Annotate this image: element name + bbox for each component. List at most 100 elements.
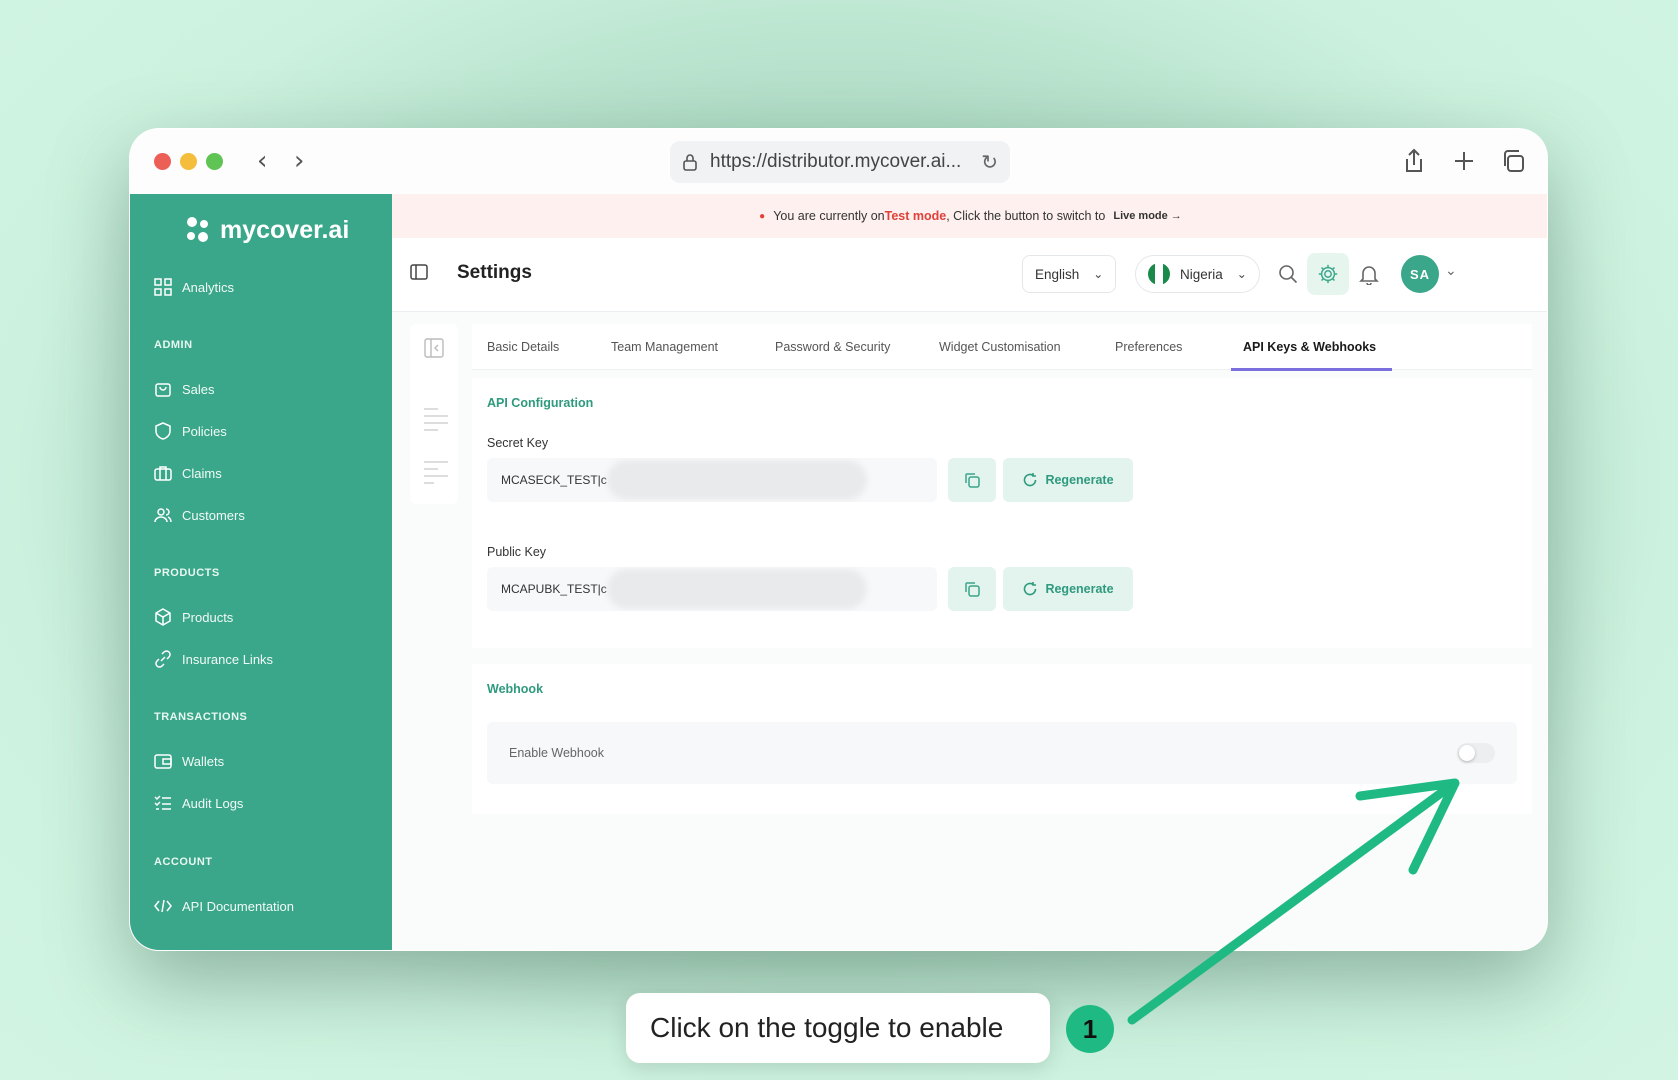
- refresh-icon: [1024, 473, 1037, 487]
- regenerate-secret-key-button[interactable]: Regenerate: [1003, 458, 1133, 502]
- nigeria-flag-icon: [1148, 263, 1170, 285]
- settings-rail: [410, 324, 458, 504]
- shopping-bag-icon: [155, 383, 171, 397]
- sidebar-item-products[interactable]: Products: [154, 608, 233, 626]
- code-icon: [154, 899, 172, 913]
- sidebar-item-label: API Documentation: [182, 898, 295, 914]
- api-configuration-title: API Configuration: [487, 396, 594, 410]
- minimize-window-button[interactable]: [180, 153, 197, 170]
- chevron-down-icon: ⌄: [1093, 267, 1104, 281]
- tab-widget-customisation[interactable]: Widget Customisation: [939, 340, 1061, 354]
- back-arrow-icon[interactable]: ‹: [257, 146, 267, 176]
- page-title: Settings: [457, 262, 532, 283]
- page-header: Settings English ⌄ Nigeria ⌄ SA ⌄: [392, 238, 1547, 312]
- sidebar-toggle-icon[interactable]: [410, 264, 428, 280]
- close-window-button[interactable]: [154, 153, 171, 170]
- sidebar-item-label: Policies: [182, 423, 227, 439]
- sidebar-item-label: Insurance Links: [182, 651, 274, 667]
- public-key-label: Public Key: [487, 545, 547, 559]
- api-configuration-card: API Configuration Secret Key MCASECK_TES…: [472, 378, 1532, 648]
- settings-button[interactable]: [1307, 253, 1349, 295]
- active-tab-indicator: [1231, 368, 1392, 371]
- step-number-badge: 1: [1066, 1005, 1114, 1053]
- sidebar-item-claims[interactable]: Claims: [154, 464, 222, 482]
- country-select[interactable]: Nigeria ⌄: [1135, 255, 1260, 293]
- tab-basic-details[interactable]: Basic Details: [487, 340, 559, 354]
- avatar[interactable]: SA: [1401, 255, 1439, 293]
- tab-password-security[interactable]: Password & Security: [775, 340, 890, 354]
- refresh-icon: [1024, 582, 1037, 596]
- link-icon: [155, 650, 171, 668]
- copy-public-key-button[interactable]: [948, 567, 996, 611]
- sidebar-item-label: Customers: [182, 507, 245, 523]
- gear-icon: [1318, 264, 1338, 284]
- redaction-blur: [607, 569, 867, 609]
- public-key-field[interactable]: MCAPUBK_TEST|c: [487, 567, 937, 611]
- sidebar-item-analytics[interactable]: Analytics: [154, 278, 234, 296]
- sidebar-item-label: Sales: [182, 381, 215, 397]
- language-select[interactable]: English ⌄: [1022, 255, 1117, 293]
- live-mode-link[interactable]: Live mode →: [1113, 210, 1181, 222]
- brand-logo[interactable]: mycover.ai: [180, 212, 349, 248]
- maximize-window-button[interactable]: [206, 153, 223, 170]
- users-icon: [154, 508, 172, 523]
- sidebar-item-label: Products: [182, 609, 234, 625]
- sidebar-item-insurance-links[interactable]: Insurance Links: [154, 650, 273, 668]
- tabs-overview-icon[interactable]: [1499, 147, 1527, 175]
- settings-tabs: Basic Details Team Management Password &…: [472, 324, 1532, 371]
- enable-webhook-toggle[interactable]: [1457, 743, 1495, 763]
- sidebar-item-audit-logs[interactable]: Audit Logs: [154, 794, 243, 812]
- tab-team-management[interactable]: Team Management: [611, 340, 718, 354]
- sidebar-section-products: PRODUCTS: [154, 567, 220, 579]
- test-mode-banner: ● You are currently on Test mode , Click…: [392, 194, 1547, 238]
- collapse-panel-icon[interactable]: [424, 338, 444, 358]
- brand-name: mycover.ai: [220, 215, 350, 244]
- enable-webhook-label: Enable Webhook: [509, 746, 604, 760]
- sidebar-item-label: Analytics: [182, 279, 235, 295]
- lock-icon: [683, 154, 697, 171]
- sidebar-item-sales[interactable]: Sales: [154, 380, 215, 398]
- sidebar-section-admin: ADMIN: [154, 339, 193, 351]
- secret-key-label: Secret Key: [487, 436, 549, 450]
- webhook-card: Webhook Enable Webhook: [472, 664, 1532, 814]
- sidebar-item-label: Audit Logs: [182, 795, 244, 811]
- copy-secret-key-button[interactable]: [948, 458, 996, 502]
- banner-mode: Test mode: [884, 209, 947, 223]
- regenerate-label: Regenerate: [1045, 473, 1114, 487]
- sidebar-item-customers[interactable]: Customers: [154, 506, 245, 524]
- browser-toolbar: ‹ › https://distributor.mycover.ai... ↻: [130, 129, 1547, 194]
- secret-key-field[interactable]: MCASECK_TEST|c: [487, 458, 937, 502]
- copy-icon: [965, 473, 980, 488]
- browser-window: ‹ › https://distributor.mycover.ai... ↻ …: [129, 128, 1548, 951]
- tab-api-keys-webhooks[interactable]: API Keys & Webhooks: [1243, 340, 1376, 354]
- secret-key-value: MCASECK_TEST|c: [501, 473, 607, 487]
- share-icon[interactable]: [1400, 147, 1428, 175]
- address-bar[interactable]: https://distributor.mycover.ai... ↻: [670, 141, 1010, 183]
- regenerate-label: Regenerate: [1045, 582, 1114, 596]
- webhook-title: Webhook: [487, 682, 544, 696]
- forward-arrow-icon[interactable]: ›: [294, 146, 304, 176]
- new-tab-icon[interactable]: [1450, 147, 1478, 175]
- list-icon: [424, 408, 448, 431]
- chevron-down-icon[interactable]: ⌄: [1445, 263, 1457, 279]
- regenerate-public-key-button[interactable]: Regenerate: [1003, 567, 1133, 611]
- sidebar-item-api-documentation[interactable]: API Documentation: [154, 897, 294, 915]
- shield-icon: [155, 422, 171, 440]
- sidebar-item-wallets[interactable]: Wallets: [154, 752, 224, 770]
- public-key-value: MCAPUBK_TEST|c: [501, 582, 607, 596]
- tab-preferences[interactable]: Preferences: [1115, 340, 1182, 354]
- search-icon[interactable]: [1278, 264, 1298, 284]
- sidebar: mycover.ai Analytics ADMIN Sales Policie…: [130, 194, 392, 950]
- url-text: https://distributor.mycover.ai...: [710, 151, 962, 172]
- bell-icon[interactable]: [1358, 263, 1380, 285]
- banner-prefix: You are currently on: [773, 209, 885, 223]
- wallet-icon: [154, 754, 172, 769]
- language-value: English: [1035, 266, 1080, 282]
- enable-webhook-row: Enable Webhook: [487, 722, 1517, 784]
- banner-suffix: , Click the button to switch to: [946, 209, 1106, 223]
- sidebar-item-policies[interactable]: Policies: [154, 422, 227, 440]
- sidebar-item-label: Claims: [182, 465, 222, 481]
- list-icon: [424, 461, 448, 484]
- reload-icon[interactable]: ↻: [981, 150, 998, 174]
- main-content: ● You are currently on Test mode , Click…: [392, 194, 1547, 950]
